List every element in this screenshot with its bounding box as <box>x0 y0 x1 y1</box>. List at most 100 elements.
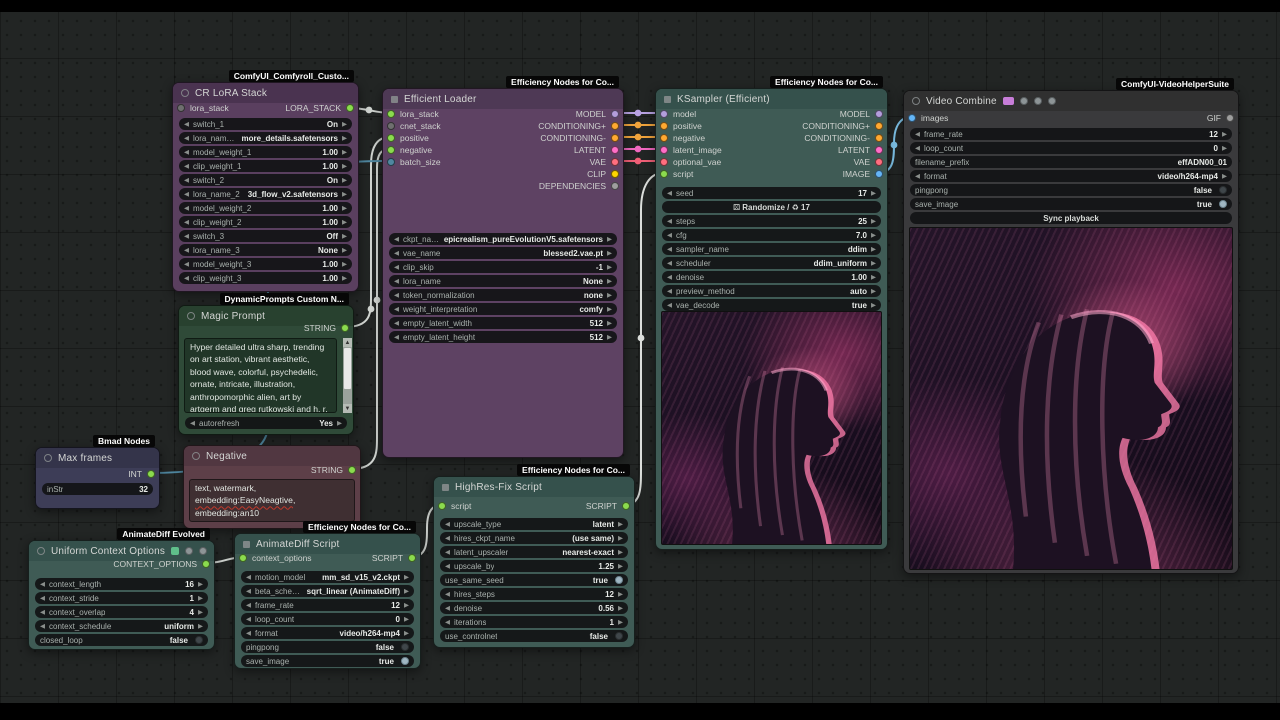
output-dot-icon[interactable] <box>875 110 883 118</box>
increment-arrow-icon[interactable]: ▶ <box>607 249 612 257</box>
collapse-dot-icon[interactable] <box>192 452 200 460</box>
input-slot-model[interactable]: model <box>660 108 696 120</box>
output-dot-icon[interactable] <box>875 134 883 142</box>
widget-sampler_name[interactable]: ◀sampler_nameddim▶ <box>662 243 881 255</box>
decrement-arrow-icon[interactable]: ◀ <box>246 629 251 637</box>
decrement-arrow-icon[interactable]: ◀ <box>667 301 672 309</box>
output-slot-LATENT[interactable]: LATENT <box>574 144 619 156</box>
output-slot-LORA_STACK[interactable]: LORA_STACK <box>285 102 354 114</box>
input-dot-icon[interactable] <box>387 122 395 130</box>
collapse-dot-icon[interactable] <box>243 541 250 548</box>
increment-arrow-icon[interactable]: ▶ <box>618 548 623 556</box>
output-slot-MODEL[interactable]: MODEL <box>576 108 619 120</box>
widget-autorefresh[interactable]: ◀autorefreshYes▶ <box>185 417 347 429</box>
node-max-frames[interactable]: Max frames INTinStr32 <box>35 447 160 509</box>
node-cr-lora-stack[interactable]: CR LoRA Stack lora_stackLORA_STACK◀switc… <box>172 82 359 292</box>
widget-switch_3[interactable]: ◀switch_3Off▶ <box>179 230 352 242</box>
widget-denoise[interactable]: ◀denoise1.00▶ <box>662 271 881 283</box>
increment-arrow-icon[interactable]: ▶ <box>618 534 623 542</box>
decrement-arrow-icon[interactable]: ◀ <box>445 520 450 528</box>
input-dot-icon[interactable] <box>387 158 395 166</box>
output-slot-CONDITIONING-[interactable]: CONDITIONING- <box>804 132 883 144</box>
input-slot-context_options[interactable]: context_options <box>239 552 312 564</box>
collapse-dot-icon[interactable] <box>442 484 449 491</box>
prompt-textarea[interactable]: text, watermark, embedding:EasyNeagtive,… <box>189 479 355 522</box>
increment-arrow-icon[interactable]: ▶ <box>198 594 203 602</box>
input-dot-icon[interactable] <box>660 146 668 154</box>
node-title-bar[interactable]: CR LoRA Stack <box>173 83 358 103</box>
widget-format[interactable]: ◀formatvideo/h264-mp4▶ <box>241 627 414 639</box>
decrement-arrow-icon[interactable]: ◀ <box>40 608 45 616</box>
increment-arrow-icon[interactable]: ▶ <box>618 590 623 598</box>
increment-arrow-icon[interactable]: ▶ <box>404 629 409 637</box>
decrement-arrow-icon[interactable]: ◀ <box>190 419 195 427</box>
decrement-arrow-icon[interactable]: ◀ <box>184 190 189 198</box>
widget-context_length[interactable]: ◀context_length16▶ <box>35 578 208 590</box>
widget-ckpt_name[interactable]: ◀ckpt_nameepicrealism_pureEvolutionV5.sa… <box>389 233 617 245</box>
decrement-arrow-icon[interactable]: ◀ <box>40 622 45 630</box>
increment-arrow-icon[interactable]: ▶ <box>1222 130 1227 138</box>
decrement-arrow-icon[interactable]: ◀ <box>445 534 450 542</box>
decrement-arrow-icon[interactable]: ◀ <box>246 615 251 623</box>
widget-loop_count[interactable]: ◀loop_count0▶ <box>241 613 414 625</box>
input-dot-icon[interactable] <box>177 104 185 112</box>
increment-arrow-icon[interactable]: ▶ <box>404 615 409 623</box>
decrement-arrow-icon[interactable]: ◀ <box>246 573 251 581</box>
node-title-bar[interactable]: Negative <box>184 446 360 466</box>
widget-token_normalization[interactable]: ◀token_normalizationnone▶ <box>389 289 617 301</box>
decrement-arrow-icon[interactable]: ◀ <box>394 249 399 257</box>
collapse-dot-icon[interactable] <box>37 547 45 555</box>
widget-upscale_type[interactable]: ◀upscale_typelatent▶ <box>440 518 628 530</box>
decrement-arrow-icon[interactable]: ◀ <box>394 277 399 285</box>
increment-arrow-icon[interactable]: ▶ <box>607 263 612 271</box>
decrement-arrow-icon[interactable]: ◀ <box>40 580 45 588</box>
input-dot-icon[interactable] <box>387 146 395 154</box>
decrement-arrow-icon[interactable]: ◀ <box>184 204 189 212</box>
decrement-arrow-icon[interactable]: ◀ <box>40 594 45 602</box>
collapse-dot-icon[interactable] <box>664 96 671 103</box>
input-dot-icon[interactable] <box>239 554 247 562</box>
scrollbar-thumb[interactable] <box>344 348 351 389</box>
widget-lora_name[interactable]: ◀lora_nameNone▶ <box>389 275 617 287</box>
decrement-arrow-icon[interactable]: ◀ <box>915 130 920 138</box>
output-slot-MODEL[interactable]: MODEL <box>840 108 883 120</box>
widget-steps[interactable]: ◀steps25▶ <box>662 215 881 227</box>
output-dot-icon[interactable] <box>611 134 619 142</box>
output-slot-DEPENDENCIES[interactable]: DEPENDENCIES <box>539 180 619 192</box>
input-slot-lora_stack[interactable]: lora_stack <box>387 108 439 120</box>
input-slot-script[interactable]: script <box>660 168 693 180</box>
input-dot-icon[interactable] <box>660 134 668 142</box>
increment-arrow-icon[interactable]: ▶ <box>607 291 612 299</box>
increment-arrow-icon[interactable]: ▶ <box>198 580 203 588</box>
increment-arrow-icon[interactable]: ▶ <box>342 218 347 226</box>
increment-arrow-icon[interactable]: ▶ <box>342 134 347 142</box>
widget-clip_weight_3[interactable]: ◀clip_weight_31.00▶ <box>179 272 352 284</box>
widget-vae_name[interactable]: ◀vae_nameblessed2.vae.pt▶ <box>389 247 617 259</box>
output-dot-icon[interactable] <box>408 554 416 562</box>
output-dot-icon[interactable] <box>611 146 619 154</box>
widget-value[interactable]: 32 <box>139 485 148 494</box>
decrement-arrow-icon[interactable]: ◀ <box>394 333 399 341</box>
node-title-bar[interactable]: Video Combine <box>904 91 1238 111</box>
widget-frame_rate[interactable]: ◀frame_rate12▶ <box>910 128 1232 140</box>
increment-arrow-icon[interactable]: ▶ <box>342 274 347 282</box>
input-slot-negative[interactable]: negative <box>660 132 705 144</box>
output-dot-icon[interactable] <box>611 170 619 178</box>
widget-motion_model[interactable]: ◀motion_modelmm_sd_v15_v2.ckpt▶ <box>241 571 414 583</box>
widget-scheduler[interactable]: ◀schedulerddim_uniform▶ <box>662 257 881 269</box>
decrement-arrow-icon[interactable]: ◀ <box>184 232 189 240</box>
decrement-arrow-icon[interactable]: ◀ <box>394 291 399 299</box>
increment-arrow-icon[interactable]: ▶ <box>871 245 876 253</box>
decrement-arrow-icon[interactable]: ◀ <box>394 235 399 243</box>
increment-arrow-icon[interactable]: ▶ <box>404 601 409 609</box>
decrement-arrow-icon[interactable]: ◀ <box>667 259 672 267</box>
widget-lora_name_3[interactable]: ◀lora_name_3None▶ <box>179 244 352 256</box>
widget-context_stride[interactable]: ◀context_stride1▶ <box>35 592 208 604</box>
input-dot-icon[interactable] <box>660 110 668 118</box>
widget-switch_2[interactable]: ◀switch_2On▶ <box>179 174 352 186</box>
widget-save_image[interactable]: save_imagetrue <box>910 198 1232 210</box>
increment-arrow-icon[interactable]: ▶ <box>342 190 347 198</box>
increment-arrow-icon[interactable]: ▶ <box>871 301 876 309</box>
node-title-bar[interactable]: AnimateDiff Script <box>235 534 420 554</box>
node-title-bar[interactable]: KSampler (Efficient) <box>656 89 887 109</box>
